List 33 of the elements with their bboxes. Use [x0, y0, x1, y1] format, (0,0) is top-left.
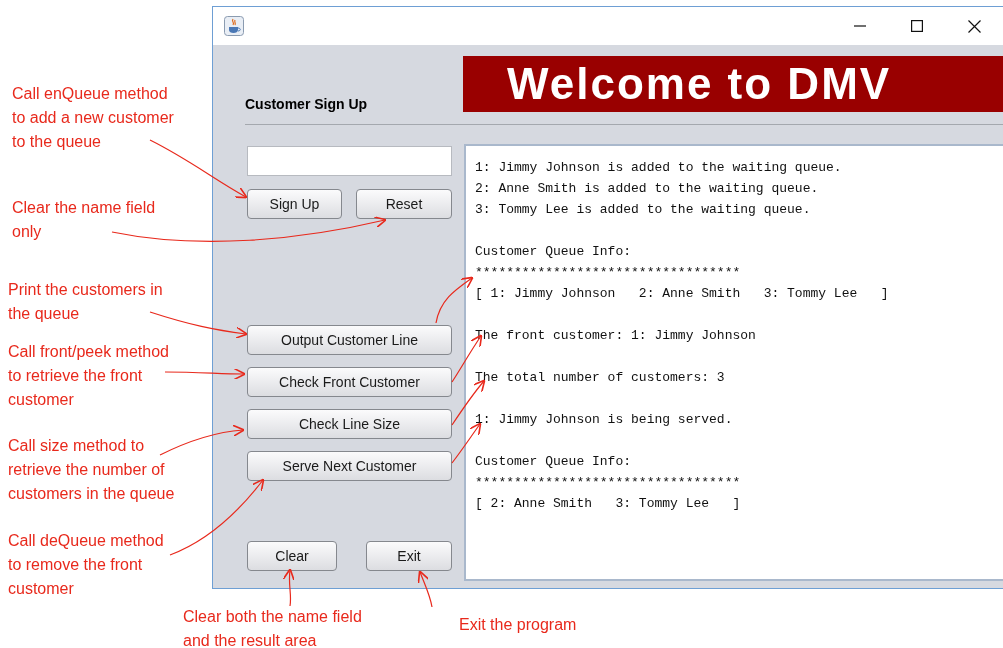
action-button[interactable]: Output Customer Line: [247, 325, 452, 355]
name-field[interactable]: [247, 146, 452, 176]
output-text: Customer Queue Info: ********************************** [ 2: Anne Smith 3: Tommy Lee ]: [475, 453, 742, 513]
annotation-note: Call size method to retrieve the number of customers in the queue: [8, 436, 175, 504]
output-text: 1: Jimmy Johnson is being served.: [475, 411, 734, 429]
section-label: Customer Sign Up: [245, 96, 368, 112]
close-icon[interactable]: [968, 19, 981, 33]
output-text: The front customer: 1: Jimmy Johnson: [475, 327, 757, 345]
annotation-note: Clear the name field only: [12, 198, 156, 242]
action-button[interactable]: Serve Next Customer: [247, 451, 452, 481]
coffee-cup-icon: [224, 16, 244, 36]
maximize-icon[interactable]: [911, 20, 923, 32]
annotation-note: Call front/peek method to retrieve the front customer: [8, 342, 169, 410]
bottom-button[interactable]: Exit: [366, 541, 452, 571]
annotation-arrow: [417, 570, 433, 608]
annotation-arrow: [451, 379, 486, 426]
result-area[interactable]: [464, 144, 1003, 581]
welcome-banner: Welcome to DMV: [463, 56, 1003, 112]
signup-button[interactable]: Reset: [356, 189, 452, 219]
signup-button[interactable]: Sign Up: [247, 189, 342, 219]
annotation-note: Exit the program: [459, 615, 577, 635]
action-button[interactable]: Check Front Customer: [247, 367, 452, 397]
annotation-note: Clear both the name field and the result area: [183, 607, 362, 648]
annotation-note: Print the customers in the queue: [8, 280, 163, 324]
action-button[interactable]: Check Line Size: [247, 409, 452, 439]
output-text: The total number of customers: 3: [475, 369, 726, 387]
annotation-arrow: [435, 276, 474, 324]
output-text: 1: Jimmy Johnson is added to the waiting queue. 2: Anne Smith is added to the waiting queue. 3: Tommy Lee is added to the waiting queue.: [475, 159, 843, 219]
bottom-button[interactable]: Clear: [247, 541, 337, 571]
annotation-arrow: [282, 568, 296, 607]
output-text: Customer Queue Info: ********************************** [ 1: Jimmy Johnson 2: Anne Smith 3: Tommy Lee ]: [475, 243, 890, 303]
annotation-note: Call enQueue method to add a new customer to the queue: [12, 84, 174, 152]
annotation-note: Call deQueue method to remove the front customer: [8, 531, 164, 599]
